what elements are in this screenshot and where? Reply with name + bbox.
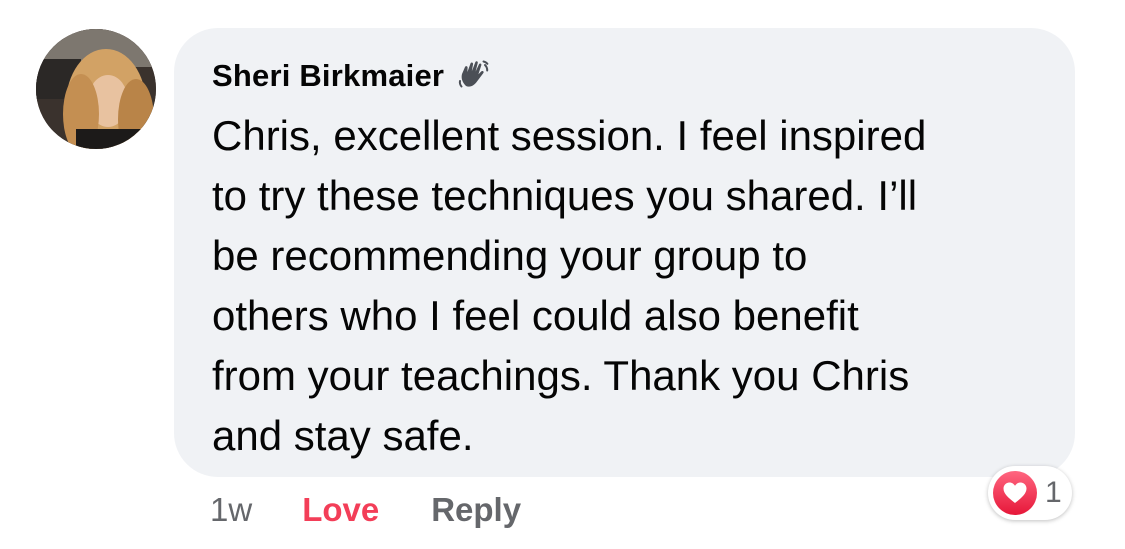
avatar[interactable] (36, 29, 156, 149)
reaction-count: 1 (1045, 476, 1062, 509)
comment-timestamp[interactable]: 1w (210, 491, 252, 529)
comment-actions: 1w Love Reply (210, 488, 521, 532)
heart-icon (993, 471, 1037, 515)
avatar-photo (36, 29, 156, 149)
reaction-summary[interactable]: 1 (988, 466, 1072, 520)
reply-button[interactable]: Reply (431, 491, 521, 529)
wave-hand-icon[interactable] (456, 58, 492, 94)
comment-text: Chris, excellent session. I feel inspire… (212, 112, 927, 459)
comment-header: Sheri Birkmaier (212, 56, 1037, 96)
comment-bubble: Sheri Birkmaier Chris, excellent session… (174, 28, 1075, 477)
author-name[interactable]: Sheri Birkmaier (212, 58, 444, 94)
love-button[interactable]: Love (302, 491, 379, 529)
